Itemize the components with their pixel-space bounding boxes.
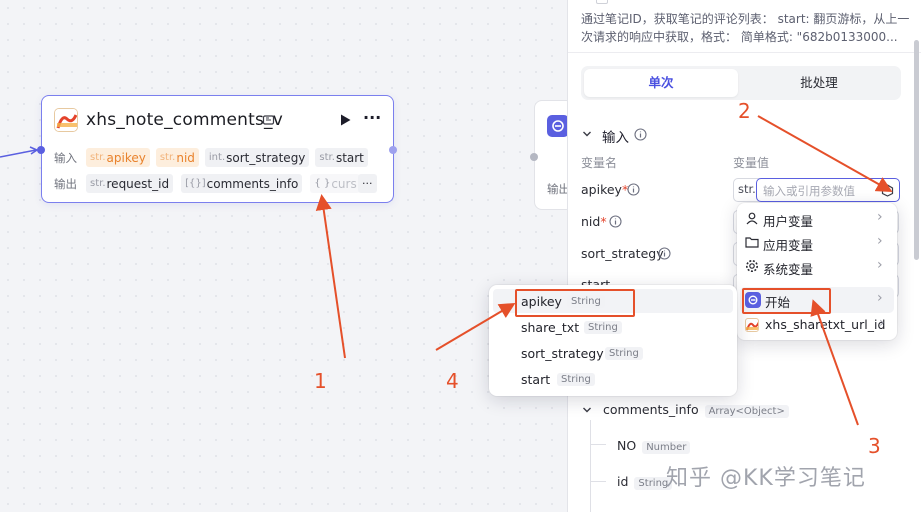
annotation-number-2: 2 — [738, 99, 751, 123]
arrow-4 — [435, 302, 516, 351]
annotation-number-4: 4 — [446, 369, 459, 393]
arrow-3 — [810, 299, 859, 426]
watermark: 知乎 @KK学习笔记 — [666, 466, 866, 491]
arrow-1 — [315, 194, 346, 359]
arrow-2 — [757, 115, 893, 192]
annotation-number-3: 3 — [868, 434, 881, 458]
annotation-arrows — [315, 115, 893, 426]
annotation-number-1: 1 — [314, 369, 327, 393]
